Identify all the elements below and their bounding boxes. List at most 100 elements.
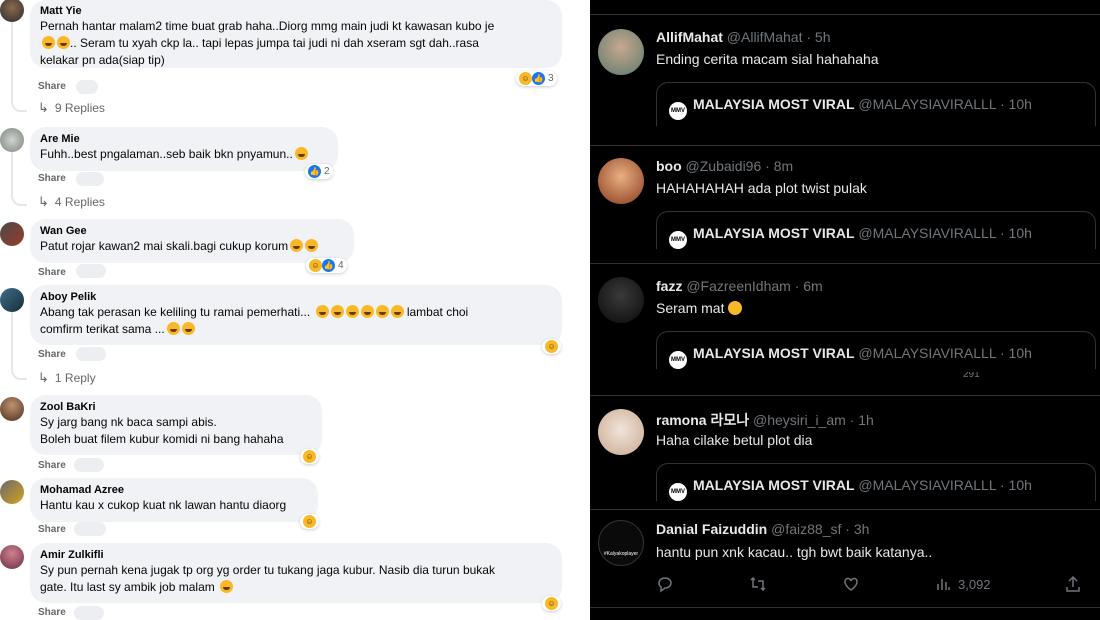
tweet-header: fazz @FazreenIdham · 6m <box>656 278 823 294</box>
reply-arrow-icon: ↳ <box>38 100 49 115</box>
share-button[interactable]: Share <box>38 267 66 278</box>
tweet-handle[interactable]: @faiz88_sf · 3h <box>771 521 869 537</box>
haha-reaction-icon: ☺ <box>545 340 558 353</box>
blurred-action <box>76 264 106 278</box>
avatar[interactable] <box>598 158 644 204</box>
like-heart-icon[interactable] <box>842 575 860 593</box>
blurred-action <box>76 347 106 361</box>
comment-bubble: Wan Gee Patut rojar kawan2 mai skali.bag… <box>30 219 354 263</box>
quoted-tweet[interactable]: MMV MALAYSIA MOST VIRAL @MALAYSIAVIRALLL … <box>656 331 1096 369</box>
tweet-text: Ending cerita macam sial hahahaha <box>656 51 879 67</box>
blurred-action <box>74 606 104 620</box>
avatar[interactable] <box>0 480 24 504</box>
share-button[interactable]: Share <box>38 524 66 535</box>
reply-thread-line <box>11 152 27 206</box>
laugh-emoji-icon <box>220 580 234 593</box>
share-button[interactable]: Share <box>38 349 66 360</box>
tweet-author-name[interactable]: ramona 라모나 <box>656 412 749 428</box>
tweet-handle[interactable]: @heysiri_i_am · 1h <box>753 412 874 428</box>
tweet-author-name[interactable]: fazz <box>656 278 682 294</box>
laugh-emoji-icon <box>290 239 304 252</box>
avatar[interactable] <box>0 0 24 22</box>
reaction-summary[interactable]: ☺ <box>300 449 319 464</box>
reaction-summary[interactable]: ☺ <box>542 339 561 354</box>
reaction-summary[interactable]: ☺ 👍 3 <box>516 71 557 86</box>
reply-icon[interactable] <box>656 575 674 593</box>
comment-bubble: Mohamad Azree Hantu kau x cukop kuat nk … <box>30 478 318 522</box>
blurred-action <box>76 172 104 186</box>
tweet-handle[interactable]: @AllifMahat · 5h <box>727 29 831 45</box>
avatar[interactable] <box>0 222 24 246</box>
avatar[interactable]: #Kalyakoplayer <box>598 520 644 566</box>
reaction-summary[interactable]: ☺ 👍 4 <box>306 258 347 273</box>
laugh-emoji-icon <box>315 305 329 318</box>
reaction-summary[interactable]: ☺ <box>300 514 319 529</box>
divider <box>590 509 1100 510</box>
mmv-logo-icon: MMV <box>669 102 687 120</box>
commenter-name[interactable]: Wan Gee <box>40 224 344 238</box>
quoted-handle: @MALAYSIAVIRALLL · 10h <box>858 345 1032 361</box>
comment-text: lambat choi <box>406 305 469 319</box>
reaction-summary[interactable]: ☺ <box>542 596 561 611</box>
reaction-summary[interactable]: 👍 2 <box>305 164 333 179</box>
commenter-name[interactable]: Are Mie <box>40 132 328 146</box>
laugh-emoji-icon <box>166 322 180 335</box>
blurred-action <box>74 458 104 472</box>
laugh-emoji-icon <box>42 36 55 49</box>
share-button[interactable]: Share <box>38 173 66 184</box>
tweet-text-content: Seram mat <box>656 300 725 316</box>
view-replies-link[interactable]: ↳ 1 Reply <box>38 370 96 386</box>
avatar[interactable] <box>0 128 24 152</box>
avatar[interactable] <box>598 409 644 455</box>
avatar[interactable] <box>0 288 24 312</box>
view-replies-link[interactable]: ↳ 4 Replies <box>38 194 105 210</box>
avatar[interactable] <box>0 545 24 569</box>
mmv-logo-icon: MMV <box>669 231 687 249</box>
reply-thread-line <box>11 312 27 380</box>
tweet-author-name[interactable]: AllifMahat <box>656 29 723 45</box>
avatar[interactable] <box>0 397 24 421</box>
tweet-handle[interactable]: @Zubaidi96 · 8m <box>686 158 794 174</box>
reaction-count: 3 <box>548 73 554 84</box>
reply-arrow-icon: ↳ <box>38 194 49 209</box>
cut-off-view-count: 291 <box>963 372 980 378</box>
avatar[interactable] <box>598 29 644 75</box>
haha-reaction-icon: ☺ <box>303 450 316 463</box>
commenter-name[interactable]: Aboy Pelik <box>40 290 552 304</box>
retweet-icon[interactable] <box>749 575 767 593</box>
commenter-name[interactable]: Mohamad Azree <box>40 483 308 497</box>
share-button[interactable]: Share <box>38 460 66 471</box>
views-chart-icon[interactable] <box>935 576 951 592</box>
reaction-count: 2 <box>324 166 330 177</box>
tweet-author-name[interactable]: boo <box>656 158 682 174</box>
haha-reaction-icon: ☺ <box>545 597 558 610</box>
quoted-tweet[interactable]: MMV MALAYSIA MOST VIRAL @MALAYSIAVIRALLL … <box>656 463 1096 501</box>
view-replies-link[interactable]: ↳ 9 Replies <box>38 100 105 116</box>
like-reaction-icon: 👍 <box>532 72 545 85</box>
commenter-name[interactable]: Matt Yie <box>40 4 552 18</box>
commenter-name[interactable]: Amir Zulkifli <box>40 548 552 562</box>
commenter-name[interactable]: Zool BaKri <box>40 400 312 414</box>
share-button[interactable]: Share <box>38 81 66 92</box>
share-button[interactable]: Share <box>38 607 66 618</box>
comment-text: Abang tak perasan ke keliling tu ramai p… <box>40 305 311 319</box>
tweet-author-name[interactable]: Danial Faizuddin <box>656 521 767 537</box>
laugh-emoji-icon <box>375 305 389 318</box>
divider <box>590 263 1100 264</box>
haha-reaction-icon: ☺ <box>303 515 316 528</box>
reaction-count: 4 <box>338 260 344 271</box>
avatar[interactable] <box>598 277 644 323</box>
comment-bubble: Amir Zulkifli Sy pun pernah kena jugak t… <box>30 543 562 603</box>
tweet-text: Seram mat <box>656 300 743 316</box>
quoted-tweet[interactable]: MMV MALAYSIA MOST VIRAL @MALAYSIAVIRALLL … <box>656 211 1096 249</box>
share-icon[interactable] <box>1064 575 1082 593</box>
tweet-text: Haha cilake betul plot dia <box>656 432 813 448</box>
divider <box>590 14 1100 15</box>
tweet-handle[interactable]: @FazreenIdham · 6m <box>686 278 822 294</box>
quoted-tweet[interactable]: MMV MALAYSIA MOST VIRAL @MALAYSIAVIRALLL … <box>656 82 1096 126</box>
comment-bubble: Matt Yie Pernah hantar malam2 time buat … <box>30 0 562 68</box>
tweet-header: Danial Faizuddin @faiz88_sf · 3h <box>656 521 869 537</box>
view-count: 3,092 <box>958 577 991 592</box>
blurred-action <box>74 522 106 536</box>
quoted-handle: @MALAYSIAVIRALLL · 10h <box>858 477 1032 493</box>
